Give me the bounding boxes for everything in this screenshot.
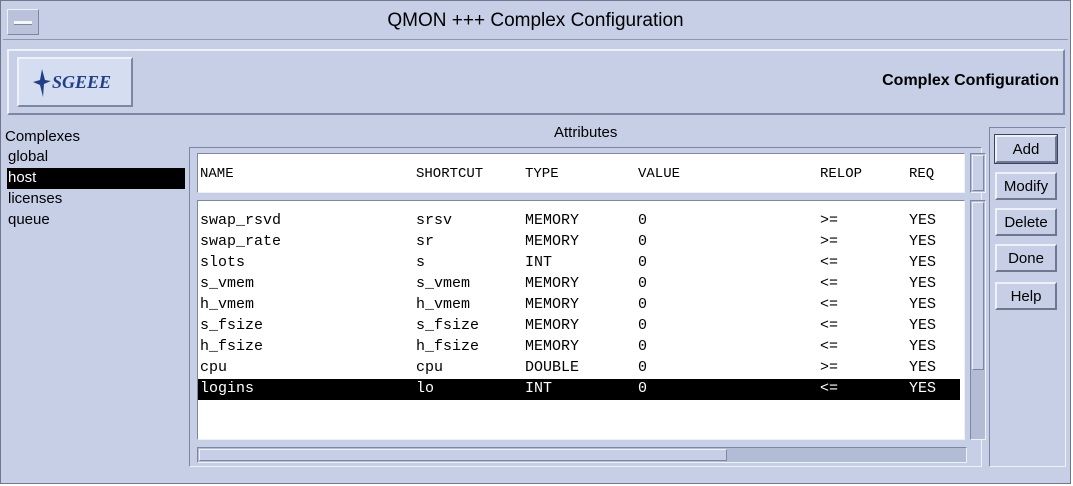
column-header-type: TYPE — [525, 166, 559, 182]
table-cell-req: YES — [909, 275, 937, 292]
table-cell-req: YES — [909, 233, 937, 250]
vertical-scroll-thumb[interactable] — [972, 202, 984, 370]
modify-button[interactable]: Modify — [995, 172, 1057, 200]
table-cell-value: 0 — [638, 296, 648, 313]
attributes-vertical-scrollbar[interactable] — [970, 200, 986, 440]
table-cell-value: 0 — [638, 359, 648, 376]
complex-configuration-window: QMON +++ Complex Configuration SGEEE Com… — [0, 0, 1071, 484]
table-cell-type: INT — [525, 254, 553, 271]
table-cell-req: YES — [909, 317, 937, 334]
table-cell-type: MEMORY — [525, 212, 580, 229]
header-scroll-thumb[interactable] — [972, 155, 984, 191]
table-cell-relop: >= — [820, 359, 839, 376]
table-cell-shortcut: cpu — [416, 359, 444, 376]
column-header-value: VALUE — [638, 166, 681, 182]
table-cell-relop: <= — [820, 254, 839, 271]
done-button[interactable]: Done — [995, 244, 1057, 272]
table-cell-shortcut: s — [416, 254, 426, 271]
table-cell-name: logins — [200, 380, 255, 397]
column-header-relop: RELOP — [820, 166, 863, 182]
table-row[interactable]: s_vmem s_vmem MEMORY 0 <= YES — [198, 274, 960, 295]
table-cell-value: 0 — [638, 275, 648, 292]
table-cell-name: slots — [200, 254, 246, 271]
table-cell-name: h_fsize — [200, 338, 264, 355]
table-cell-type: MEMORY — [525, 296, 580, 313]
table-cell-value: 0 — [638, 233, 648, 250]
header-scrollbar[interactable] — [970, 153, 986, 193]
window-title: QMON +++ Complex Configuration — [387, 10, 684, 31]
table-cell-relop: <= — [820, 317, 839, 334]
table-row[interactable]: slots s INT 0 <= YES — [198, 253, 960, 274]
table-cell-type: MEMORY — [525, 275, 580, 292]
sgeee-logo: SGEEE — [17, 57, 133, 107]
header-panel: SGEEE Complex Configuration — [7, 49, 1065, 115]
complex-item-licenses[interactable]: licenses — [7, 189, 185, 210]
table-cell-req: YES — [909, 380, 937, 397]
table-cell-relop: <= — [820, 296, 839, 313]
table-cell-req: YES — [909, 254, 937, 271]
table-cell-type: MEMORY — [525, 338, 580, 355]
complexes-label: Complexes — [5, 128, 81, 145]
complex-item-global[interactable]: global — [7, 147, 185, 168]
table-cell-type: MEMORY — [525, 317, 580, 334]
table-cell-name: h_vmem — [200, 296, 255, 313]
table-cell-shortcut: lo — [416, 380, 435, 397]
table-cell-value: 0 — [638, 380, 648, 397]
table-cell-shortcut: s_vmem — [416, 275, 471, 292]
attributes-table[interactable]: swap_rsvd srsv MEMORY 0 >= YES swap_rate sr MEMO… — [197, 200, 965, 440]
table-cell-req: YES — [909, 359, 937, 376]
table-cell-value: 0 — [638, 254, 648, 271]
table-cell-value: 0 — [638, 338, 648, 355]
table-row[interactable]: cpu cpu DOUBLE 0 >= YES — [198, 358, 960, 379]
table-row[interactable]: h_fsize h_fsize MEMORY 0 <= YES — [198, 337, 960, 358]
logo-text: SGEEE — [52, 72, 112, 92]
table-cell-req: YES — [909, 296, 937, 313]
page-title: Complex Configuration — [882, 72, 1059, 89]
column-header-shortcut: SHORTCUT — [416, 166, 484, 182]
column-header-name: NAME — [200, 166, 234, 182]
title-bar[interactable]: QMON +++ Complex Configuration — [3, 3, 1068, 40]
horizontal-scroll-thumb[interactable] — [199, 449, 727, 461]
table-row[interactable]: h_vmem h_vmem MEMORY 0 <= YES — [198, 295, 960, 316]
table-cell-relop: >= — [820, 212, 839, 229]
table-row[interactable]: swap_rsvd srsv MEMORY 0 >= YES — [198, 211, 960, 232]
bird-icon — [33, 69, 51, 97]
table-cell-name: swap_rsvd — [200, 212, 282, 229]
attributes-column-header: NAME SHORTCUT TYPE VALUE RELOP REQ — [197, 153, 965, 193]
table-cell-relop: <= — [820, 275, 839, 292]
table-cell-name: s_vmem — [200, 275, 255, 292]
table-cell-relop: <= — [820, 380, 839, 397]
table-cell-type: MEMORY — [525, 233, 580, 250]
table-cell-name: s_fsize — [200, 317, 264, 334]
table-row[interactable]: s_fsize s_fsize MEMORY 0 <= YES — [198, 316, 960, 337]
delete-button[interactable]: Delete — [995, 208, 1057, 236]
table-cell-shortcut: s_fsize — [416, 317, 480, 334]
add-button[interactable]: Add — [994, 134, 1058, 164]
table-cell-relop: >= — [820, 233, 839, 250]
table-cell-shortcut: sr — [416, 233, 435, 250]
help-button[interactable]: Help — [995, 282, 1057, 310]
table-cell-shortcut: h_vmem — [416, 296, 471, 313]
column-header-req: REQ — [909, 166, 935, 182]
table-row[interactable]: swap_rate sr MEMORY 0 >= YES — [198, 232, 960, 253]
table-cell-name: swap_rate — [200, 233, 282, 250]
table-cell-shortcut: srsv — [416, 212, 453, 229]
table-cell-relop: <= — [820, 338, 839, 355]
table-cell-req: YES — [909, 212, 937, 229]
table-cell-name: cpu — [200, 359, 228, 376]
table-cell-type: INT — [525, 380, 553, 397]
table-cell-type: DOUBLE — [525, 359, 580, 376]
table-cell-value: 0 — [638, 212, 648, 229]
table-cell-shortcut: h_fsize — [416, 338, 480, 355]
table-cell-value: 0 — [638, 317, 648, 334]
attributes-horizontal-scrollbar[interactable] — [197, 447, 967, 463]
complex-item-queue[interactable]: queue — [7, 210, 185, 231]
complexes-list[interactable]: global host licenses queue — [7, 147, 185, 465]
attributes-label: Attributes — [554, 124, 618, 141]
table-cell-req: YES — [909, 338, 937, 355]
complex-item-host[interactable]: host — [7, 168, 185, 189]
table-row[interactable]: logins lo INT 0 <= YES — [198, 379, 960, 400]
